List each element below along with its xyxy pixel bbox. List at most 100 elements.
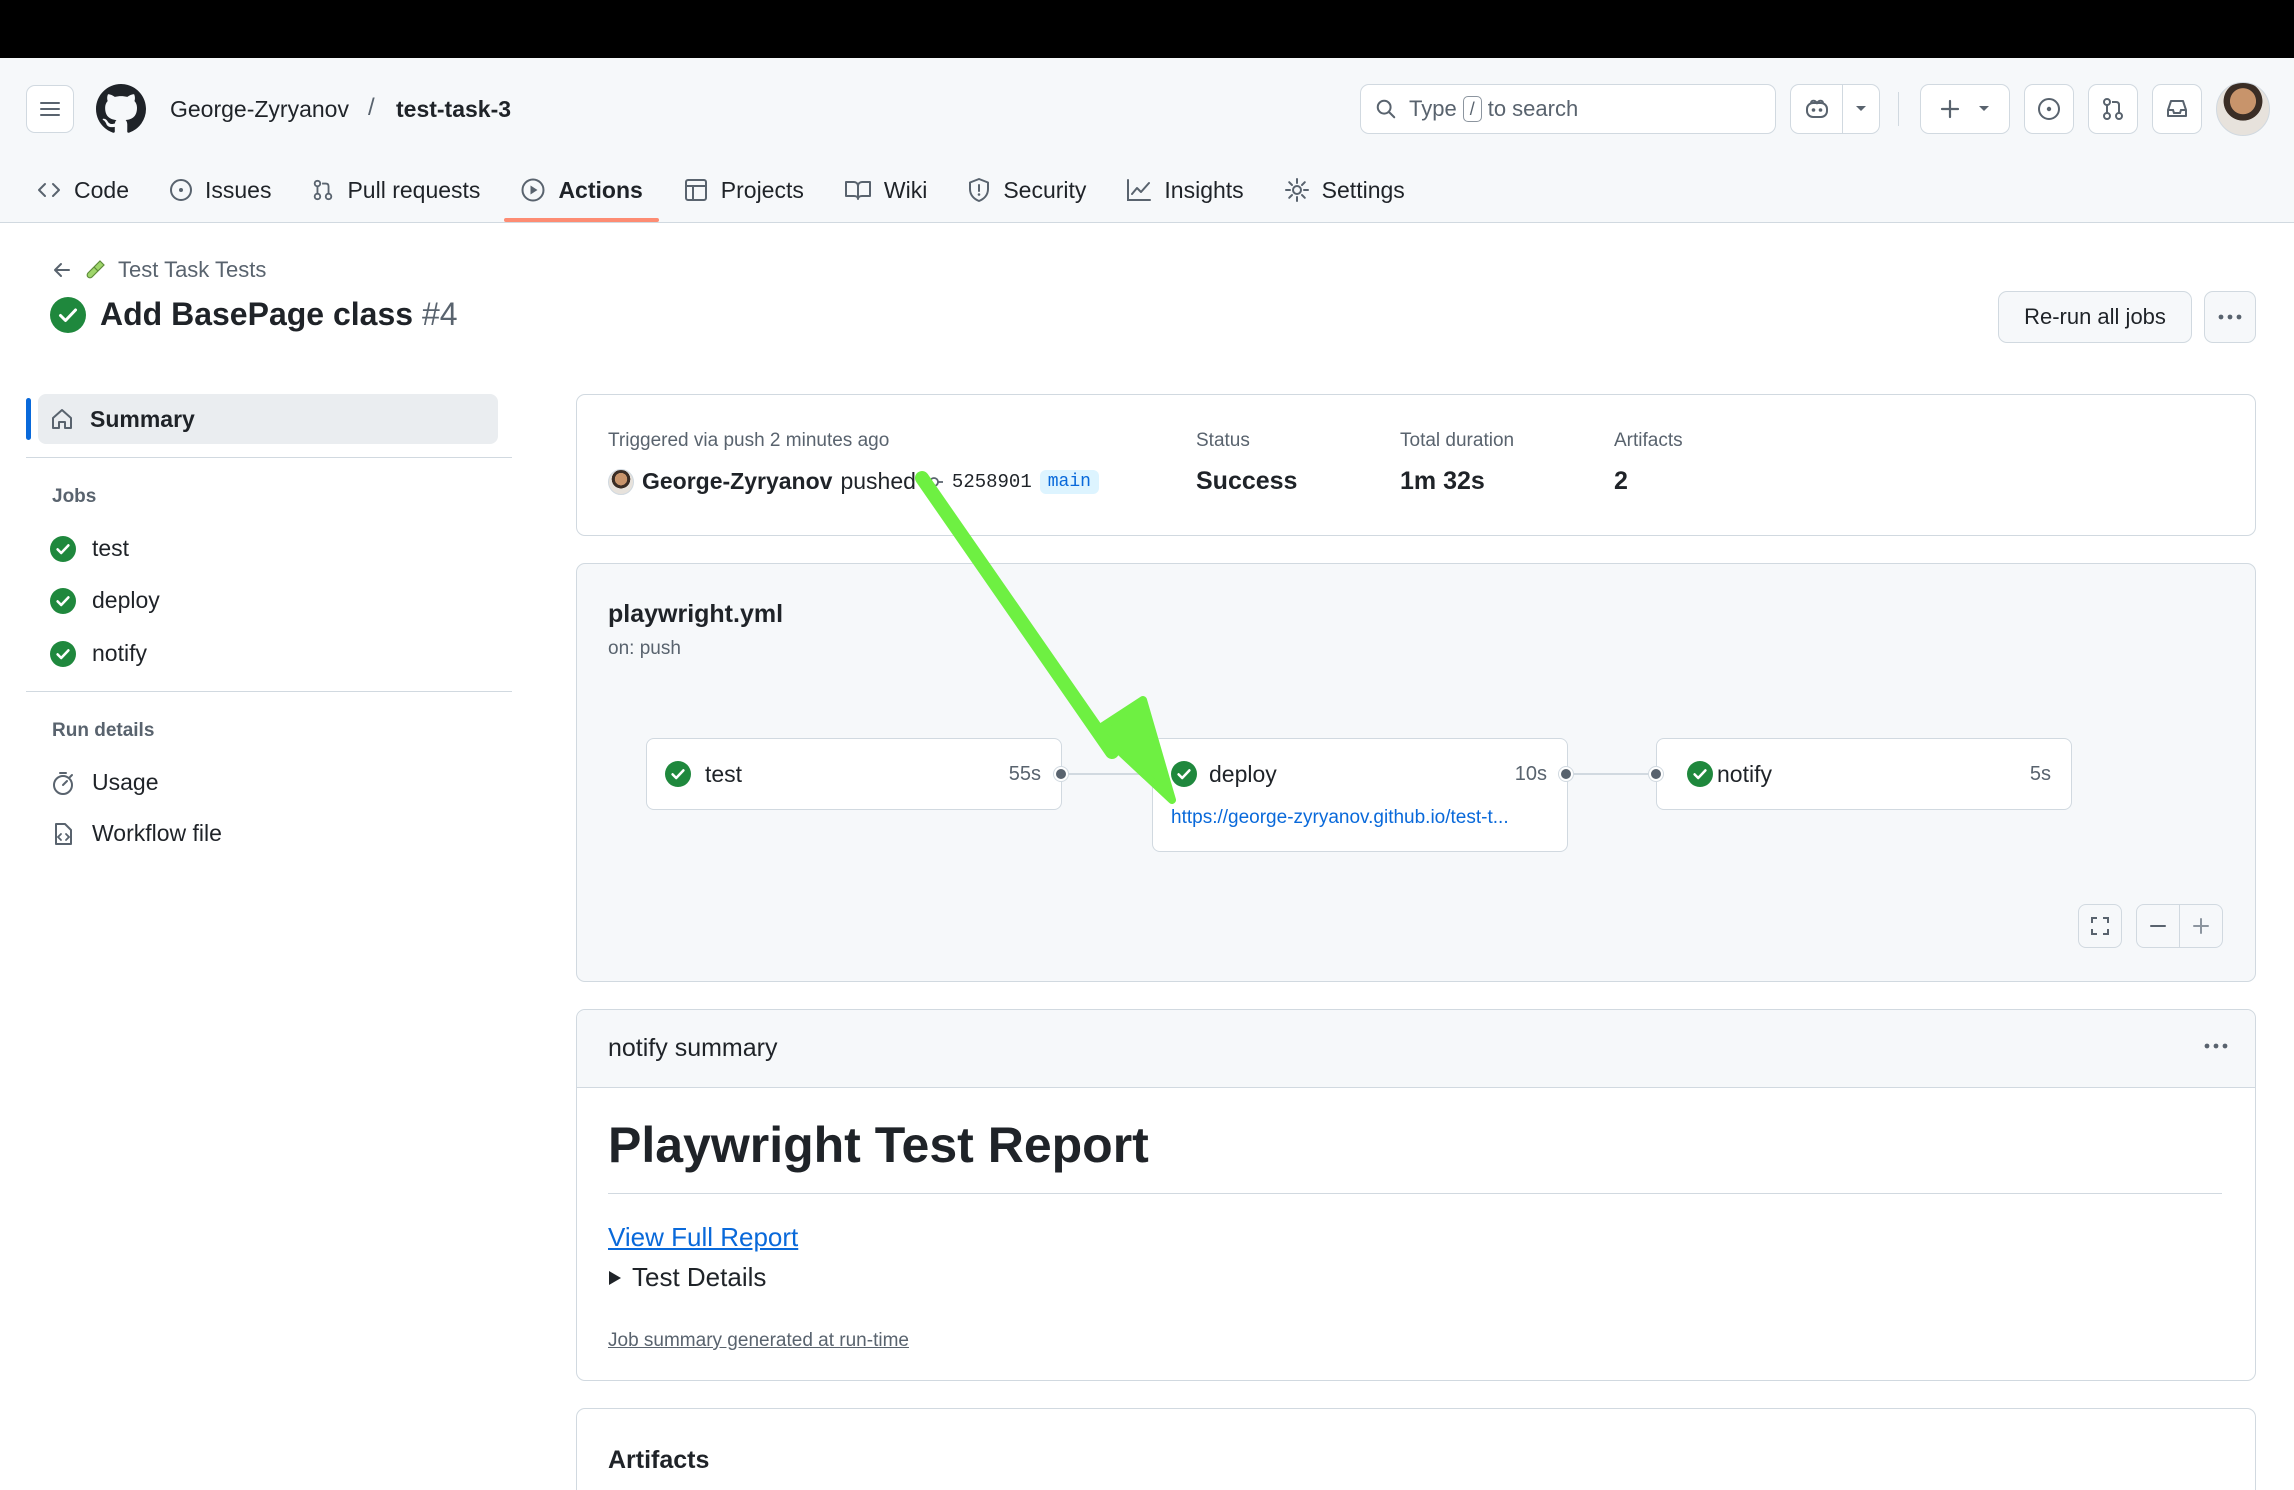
header-divider: [1898, 92, 1899, 126]
sidebar-divider: [26, 691, 512, 692]
sidebar-item-label: Workflow file: [92, 820, 222, 846]
pull-request-icon: [314, 179, 333, 201]
sidebar-item-workflow-file[interactable]: Workflow file: [50, 820, 222, 847]
commit-icon: [924, 476, 943, 487]
user-avatar[interactable]: [2216, 82, 2270, 136]
sidebar-item-label: Usage: [92, 769, 159, 795]
tab-issues[interactable]: Issues: [153, 158, 287, 222]
workflow-file-name: playwright.yml: [608, 600, 784, 628]
zoom-out-button[interactable]: [2136, 904, 2180, 948]
tab-actions[interactable]: Actions: [504, 158, 660, 222]
menu-button[interactable]: [26, 85, 74, 133]
report-divider: [608, 1193, 2222, 1194]
check-circle-icon: [1687, 761, 1713, 787]
sidebar-active-indicator: [26, 398, 31, 440]
tab-label: Security: [1003, 176, 1087, 203]
run-number: #4: [421, 296, 458, 332]
tab-insights[interactable]: Insights: [1110, 158, 1259, 222]
duration-value: 1m 32s: [1400, 467, 1485, 495]
sidebar-item-label: Summary: [90, 405, 195, 432]
issue-icon: [2038, 98, 2060, 120]
sidebar-run-details-heading: Run details: [52, 720, 155, 741]
create-new-button[interactable]: [1920, 84, 2010, 134]
gear-icon: [1284, 178, 1309, 202]
test-details-toggle[interactable]: Test Details: [608, 1262, 766, 1293]
tab-pull-requests[interactable]: Pull requests: [295, 158, 496, 222]
artifacts-heading: Artifacts: [608, 1446, 710, 1474]
github-logo-icon[interactable]: [96, 84, 146, 134]
shield-icon: [969, 178, 990, 202]
pull-requests-button[interactable]: [2088, 84, 2138, 134]
sidebar-item-summary[interactable]: Summary: [38, 394, 498, 444]
status-label: Status: [1196, 430, 1250, 451]
search-input[interactable]: Type / to search: [1360, 84, 1776, 134]
tab-label: Projects: [720, 176, 804, 203]
workflow-back-link[interactable]: Test Task Tests: [52, 257, 266, 283]
issue-icon: [169, 179, 192, 201]
triangle-right-icon: [609, 1270, 621, 1285]
sidebar-item-job-deploy[interactable]: deploy: [50, 587, 160, 614]
job-node-test[interactable]: test 55s: [646, 738, 1062, 810]
tab-settings[interactable]: Settings: [1268, 158, 1421, 222]
file-code-icon: [55, 822, 72, 845]
job-duration: 5s: [2029, 763, 2051, 785]
tab-wiki[interactable]: Wiki: [828, 158, 943, 222]
job-name: test: [705, 761, 743, 787]
job-name: notify: [1717, 761, 1772, 787]
sidebar-item-job-notify[interactable]: notify: [50, 640, 147, 667]
view-full-report-link[interactable]: View Full Report: [608, 1222, 798, 1253]
deployment-url-link[interactable]: https://george-zyryanov.github.io/test-t…: [1171, 807, 1509, 829]
summary-more-options-button[interactable]: [2190, 1026, 2242, 1066]
job-summary-header: [577, 1010, 2255, 1088]
actor-name[interactable]: George-Zyryanov: [642, 468, 832, 495]
push-info: George-Zyryanov pushed 5258901 main: [608, 468, 1099, 495]
branch-badge[interactable]: main: [1039, 469, 1099, 494]
job-node-notify[interactable]: notify 5s: [1656, 738, 2072, 810]
artifacts-count[interactable]: 2: [1614, 467, 1628, 496]
workflow-trigger: on: push: [608, 638, 681, 659]
top-black-bar: [0, 0, 2294, 58]
minus-icon: [2150, 925, 2166, 927]
inbox-button[interactable]: [2152, 84, 2202, 134]
tab-label: Insights: [1164, 176, 1244, 203]
status-value: Success: [1196, 467, 1298, 495]
breadcrumb-owner[interactable]: George-Zyryanov: [170, 96, 349, 123]
job-summary-title: notify summary: [608, 1034, 778, 1062]
job-duration: 55s: [1008, 763, 1041, 785]
kebab-horizontal-icon: [2218, 314, 2242, 320]
sidebar-item-usage[interactable]: Usage: [50, 769, 158, 796]
breadcrumb-repo[interactable]: test-task-3: [396, 96, 511, 123]
run-overview-card: [576, 394, 2256, 536]
repo-tabs: Code Issues Pull requests Actions Projec…: [0, 158, 1429, 222]
tab-code[interactable]: Code: [0, 158, 145, 222]
graph-icon: [1127, 179, 1152, 201]
chevron-down-icon: [1979, 106, 1989, 111]
issues-button[interactable]: [2024, 84, 2074, 134]
commit-sha[interactable]: 5258901: [952, 471, 1032, 493]
chevron-down-icon: [1856, 106, 1866, 111]
job-node-deploy[interactable]: deploy 10s https://george-zyryanov.githu…: [1152, 738, 1568, 852]
sidebar-item-job-test[interactable]: test: [50, 535, 129, 562]
artifacts-card: [576, 1408, 2256, 1490]
graph-connector: [1566, 773, 1656, 775]
summary-generated-note[interactable]: Job summary generated at run-time: [608, 1330, 909, 1352]
sidebar-item-label: deploy: [92, 587, 160, 613]
fullscreen-button[interactable]: [2078, 904, 2122, 948]
sidebar-item-label: test: [92, 535, 130, 561]
check-circle-icon: [665, 761, 691, 787]
trigger-label: Triggered via push 2 minutes ago: [608, 430, 890, 451]
stopwatch-icon: [53, 771, 73, 795]
sidebar-item-label: notify: [92, 640, 147, 666]
rerun-all-jobs-button[interactable]: Re-run all jobs: [1998, 291, 2192, 343]
home-icon: [52, 409, 72, 429]
tab-label: Code: [74, 176, 129, 203]
copilot-button[interactable]: [1790, 84, 1880, 134]
test-details-label: Test Details: [632, 1262, 767, 1292]
zoom-in-button[interactable]: [2179, 904, 2223, 948]
search-suffix: to search: [1487, 96, 1579, 121]
tab-security[interactable]: Security: [951, 158, 1102, 222]
run-more-options-button[interactable]: [2204, 291, 2256, 343]
tab-projects[interactable]: Projects: [667, 158, 820, 222]
plus-icon: [2193, 918, 2209, 934]
duration-label: Total duration: [1400, 430, 1515, 451]
